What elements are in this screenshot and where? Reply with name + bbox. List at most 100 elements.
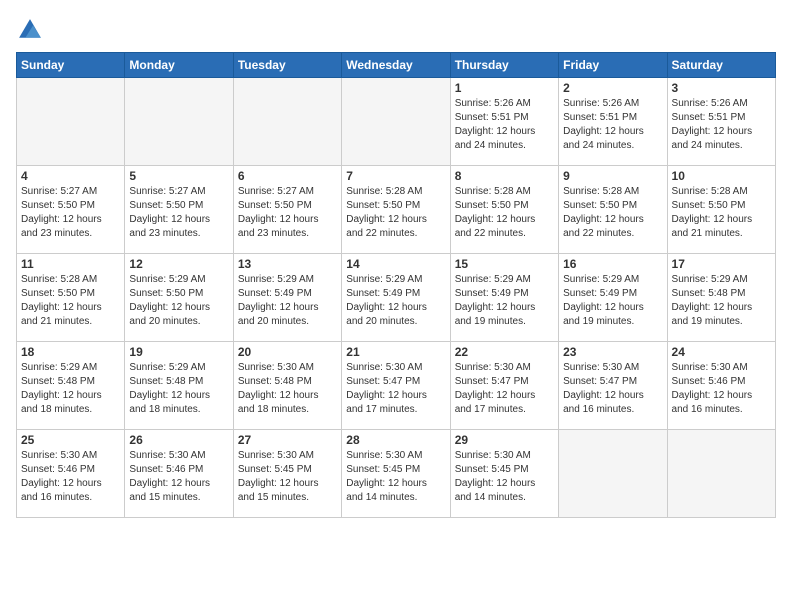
- day-info: Sunrise: 5:29 AM Sunset: 5:48 PM Dayligh…: [21, 361, 120, 417]
- day-number: 12: [129, 257, 228, 271]
- weekday-header-cell: Thursday: [450, 53, 558, 78]
- day-info: Sunrise: 5:28 AM Sunset: 5:50 PM Dayligh…: [563, 185, 662, 241]
- calendar-day-cell: 24Sunrise: 5:30 AM Sunset: 5:46 PM Dayli…: [667, 342, 775, 430]
- day-number: 7: [346, 169, 445, 183]
- calendar-day-cell: 19 Sunrise: 5:29 AM Sunset: 5:48 PM Dayli…: [125, 342, 233, 430]
- calendar-day-cell: 25 Sunrise: 5:30 AM Sunset: 5:46 PM Dayli…: [17, 430, 125, 518]
- day-info: Sunrise: 5:29 AM Sunset: 5:49 PM Dayligh…: [238, 273, 337, 329]
- day-info: Sunrise: 5:28 AM Sunset: 5:50 PM Dayligh…: [672, 185, 771, 241]
- calendar-day-cell: [233, 78, 341, 166]
- calendar-week-row: 1 Sunrise: 5:26 AM Sunset: 5:51 PM Daylig…: [17, 78, 776, 166]
- calendar-day-cell: 3Sunrise: 5:26 AM Sunset: 5:51 PM Daylig…: [667, 78, 775, 166]
- day-number: 25: [21, 433, 120, 447]
- calendar-day-cell: 17Sunrise: 5:29 AM Sunset: 5:48 PM Dayli…: [667, 254, 775, 342]
- day-number: 5: [129, 169, 228, 183]
- day-number: 18: [21, 345, 120, 359]
- day-number: 28: [346, 433, 445, 447]
- calendar-week-row: 25 Sunrise: 5:30 AM Sunset: 5:46 PM Dayli…: [17, 430, 776, 518]
- calendar-day-cell: 1 Sunrise: 5:26 AM Sunset: 5:51 PM Daylig…: [450, 78, 558, 166]
- day-info: Sunrise: 5:26 AM Sunset: 5:51 PM Dayligh…: [455, 97, 554, 153]
- day-info: Sunrise: 5:30 AM Sunset: 5:47 PM Dayligh…: [455, 361, 554, 417]
- calendar-body: 1 Sunrise: 5:26 AM Sunset: 5:51 PM Daylig…: [17, 78, 776, 518]
- weekday-header-cell: Monday: [125, 53, 233, 78]
- day-number: 16: [563, 257, 662, 271]
- page-header: [16, 16, 776, 44]
- day-info: Sunrise: 5:30 AM Sunset: 5:47 PM Dayligh…: [346, 361, 445, 417]
- day-info: Sunrise: 5:28 AM Sunset: 5:50 PM Dayligh…: [21, 273, 120, 329]
- day-number: 9: [563, 169, 662, 183]
- weekday-header-cell: Friday: [559, 53, 667, 78]
- calendar-day-cell: [17, 78, 125, 166]
- day-number: 11: [21, 257, 120, 271]
- day-info: Sunrise: 5:26 AM Sunset: 5:51 PM Dayligh…: [672, 97, 771, 153]
- day-number: 19: [129, 345, 228, 359]
- calendar-day-cell: 10 Sunrise: 5:28 AM Sunset: 5:50 PM Dayli…: [667, 166, 775, 254]
- calendar-day-cell: 5 Sunrise: 5:27 AM Sunset: 5:50 PM Daylig…: [125, 166, 233, 254]
- day-info: Sunrise: 5:30 AM Sunset: 5:47 PM Dayligh…: [563, 361, 662, 417]
- calendar-week-row: 18 Sunrise: 5:29 AM Sunset: 5:48 PM Dayli…: [17, 342, 776, 430]
- day-number: 6: [238, 169, 337, 183]
- day-number: 15: [455, 257, 554, 271]
- calendar-day-cell: 12 Sunrise: 5:29 AM Sunset: 5:50 PM Dayli…: [125, 254, 233, 342]
- day-info: Sunrise: 5:29 AM Sunset: 5:50 PM Dayligh…: [129, 273, 228, 329]
- day-info: Sunrise: 5:26 AM Sunset: 5:51 PM Dayligh…: [563, 97, 662, 153]
- calendar-day-cell: 22 Sunrise: 5:30 AM Sunset: 5:47 PM Dayli…: [450, 342, 558, 430]
- day-info: Sunrise: 5:30 AM Sunset: 5:46 PM Dayligh…: [21, 449, 120, 505]
- calendar-day-cell: [667, 430, 775, 518]
- calendar-day-cell: 4 Sunrise: 5:27 AM Sunset: 5:50 PM Daylig…: [17, 166, 125, 254]
- calendar-day-cell: 16 Sunrise: 5:29 AM Sunset: 5:49 PM Dayli…: [559, 254, 667, 342]
- calendar-day-cell: 15Sunrise: 5:29 AM Sunset: 5:49 PM Dayli…: [450, 254, 558, 342]
- calendar-day-cell: 9 Sunrise: 5:28 AM Sunset: 5:50 PM Daylig…: [559, 166, 667, 254]
- day-info: Sunrise: 5:30 AM Sunset: 5:45 PM Dayligh…: [238, 449, 337, 505]
- day-info: Sunrise: 5:28 AM Sunset: 5:50 PM Dayligh…: [455, 185, 554, 241]
- calendar-day-cell: 8 Sunrise: 5:28 AM Sunset: 5:50 PM Daylig…: [450, 166, 558, 254]
- calendar-day-cell: 14 Sunrise: 5:29 AM Sunset: 5:49 PM Dayli…: [342, 254, 450, 342]
- calendar-day-cell: 26Sunrise: 5:30 AM Sunset: 5:46 PM Dayli…: [125, 430, 233, 518]
- calendar-week-row: 11 Sunrise: 5:28 AM Sunset: 5:50 PM Dayli…: [17, 254, 776, 342]
- day-info: Sunrise: 5:30 AM Sunset: 5:48 PM Dayligh…: [238, 361, 337, 417]
- calendar-day-cell: 11 Sunrise: 5:28 AM Sunset: 5:50 PM Dayli…: [17, 254, 125, 342]
- day-number: 24: [672, 345, 771, 359]
- day-number: 27: [238, 433, 337, 447]
- calendar-day-cell: 23Sunrise: 5:30 AM Sunset: 5:47 PM Dayli…: [559, 342, 667, 430]
- logo: [16, 16, 48, 44]
- calendar-day-cell: 7Sunrise: 5:28 AM Sunset: 5:50 PM Daylig…: [342, 166, 450, 254]
- calendar-day-cell: 27 Sunrise: 5:30 AM Sunset: 5:45 PM Dayli…: [233, 430, 341, 518]
- day-number: 4: [21, 169, 120, 183]
- weekday-header-cell: Tuesday: [233, 53, 341, 78]
- weekday-header-cell: Saturday: [667, 53, 775, 78]
- day-number: 8: [455, 169, 554, 183]
- day-number: 29: [455, 433, 554, 447]
- day-number: 26: [129, 433, 228, 447]
- weekday-header: SundayMondayTuesdayWednesdayThursdayFrid…: [17, 53, 776, 78]
- calendar-day-cell: 29Sunrise: 5:30 AM Sunset: 5:45 PM Dayli…: [450, 430, 558, 518]
- day-number: 22: [455, 345, 554, 359]
- calendar-day-cell: 28 Sunrise: 5:30 AM Sunset: 5:45 PM Dayli…: [342, 430, 450, 518]
- calendar-day-cell: 2 Sunrise: 5:26 AM Sunset: 5:51 PM Daylig…: [559, 78, 667, 166]
- day-info: Sunrise: 5:30 AM Sunset: 5:45 PM Dayligh…: [346, 449, 445, 505]
- day-info: Sunrise: 5:29 AM Sunset: 5:48 PM Dayligh…: [129, 361, 228, 417]
- calendar-week-row: 4 Sunrise: 5:27 AM Sunset: 5:50 PM Daylig…: [17, 166, 776, 254]
- calendar-table: SundayMondayTuesdayWednesdayThursdayFrid…: [16, 52, 776, 518]
- day-number: 17: [672, 257, 771, 271]
- day-info: Sunrise: 5:27 AM Sunset: 5:50 PM Dayligh…: [129, 185, 228, 241]
- day-number: 20: [238, 345, 337, 359]
- day-info: Sunrise: 5:29 AM Sunset: 5:49 PM Dayligh…: [346, 273, 445, 329]
- day-number: 1: [455, 81, 554, 95]
- calendar-day-cell: 13Sunrise: 5:29 AM Sunset: 5:49 PM Dayli…: [233, 254, 341, 342]
- calendar-day-cell: [342, 78, 450, 166]
- day-number: 14: [346, 257, 445, 271]
- day-info: Sunrise: 5:27 AM Sunset: 5:50 PM Dayligh…: [21, 185, 120, 241]
- weekday-header-cell: Wednesday: [342, 53, 450, 78]
- day-number: 21: [346, 345, 445, 359]
- day-number: 10: [672, 169, 771, 183]
- calendar-day-cell: 18 Sunrise: 5:29 AM Sunset: 5:48 PM Dayli…: [17, 342, 125, 430]
- calendar-day-cell: [559, 430, 667, 518]
- calendar-day-cell: 21 Sunrise: 5:30 AM Sunset: 5:47 PM Dayli…: [342, 342, 450, 430]
- calendar-day-cell: [125, 78, 233, 166]
- calendar-day-cell: 20 Sunrise: 5:30 AM Sunset: 5:48 PM Dayli…: [233, 342, 341, 430]
- day-number: 2: [563, 81, 662, 95]
- weekday-header-cell: Sunday: [17, 53, 125, 78]
- day-info: Sunrise: 5:29 AM Sunset: 5:49 PM Dayligh…: [563, 273, 662, 329]
- logo-icon: [16, 16, 44, 44]
